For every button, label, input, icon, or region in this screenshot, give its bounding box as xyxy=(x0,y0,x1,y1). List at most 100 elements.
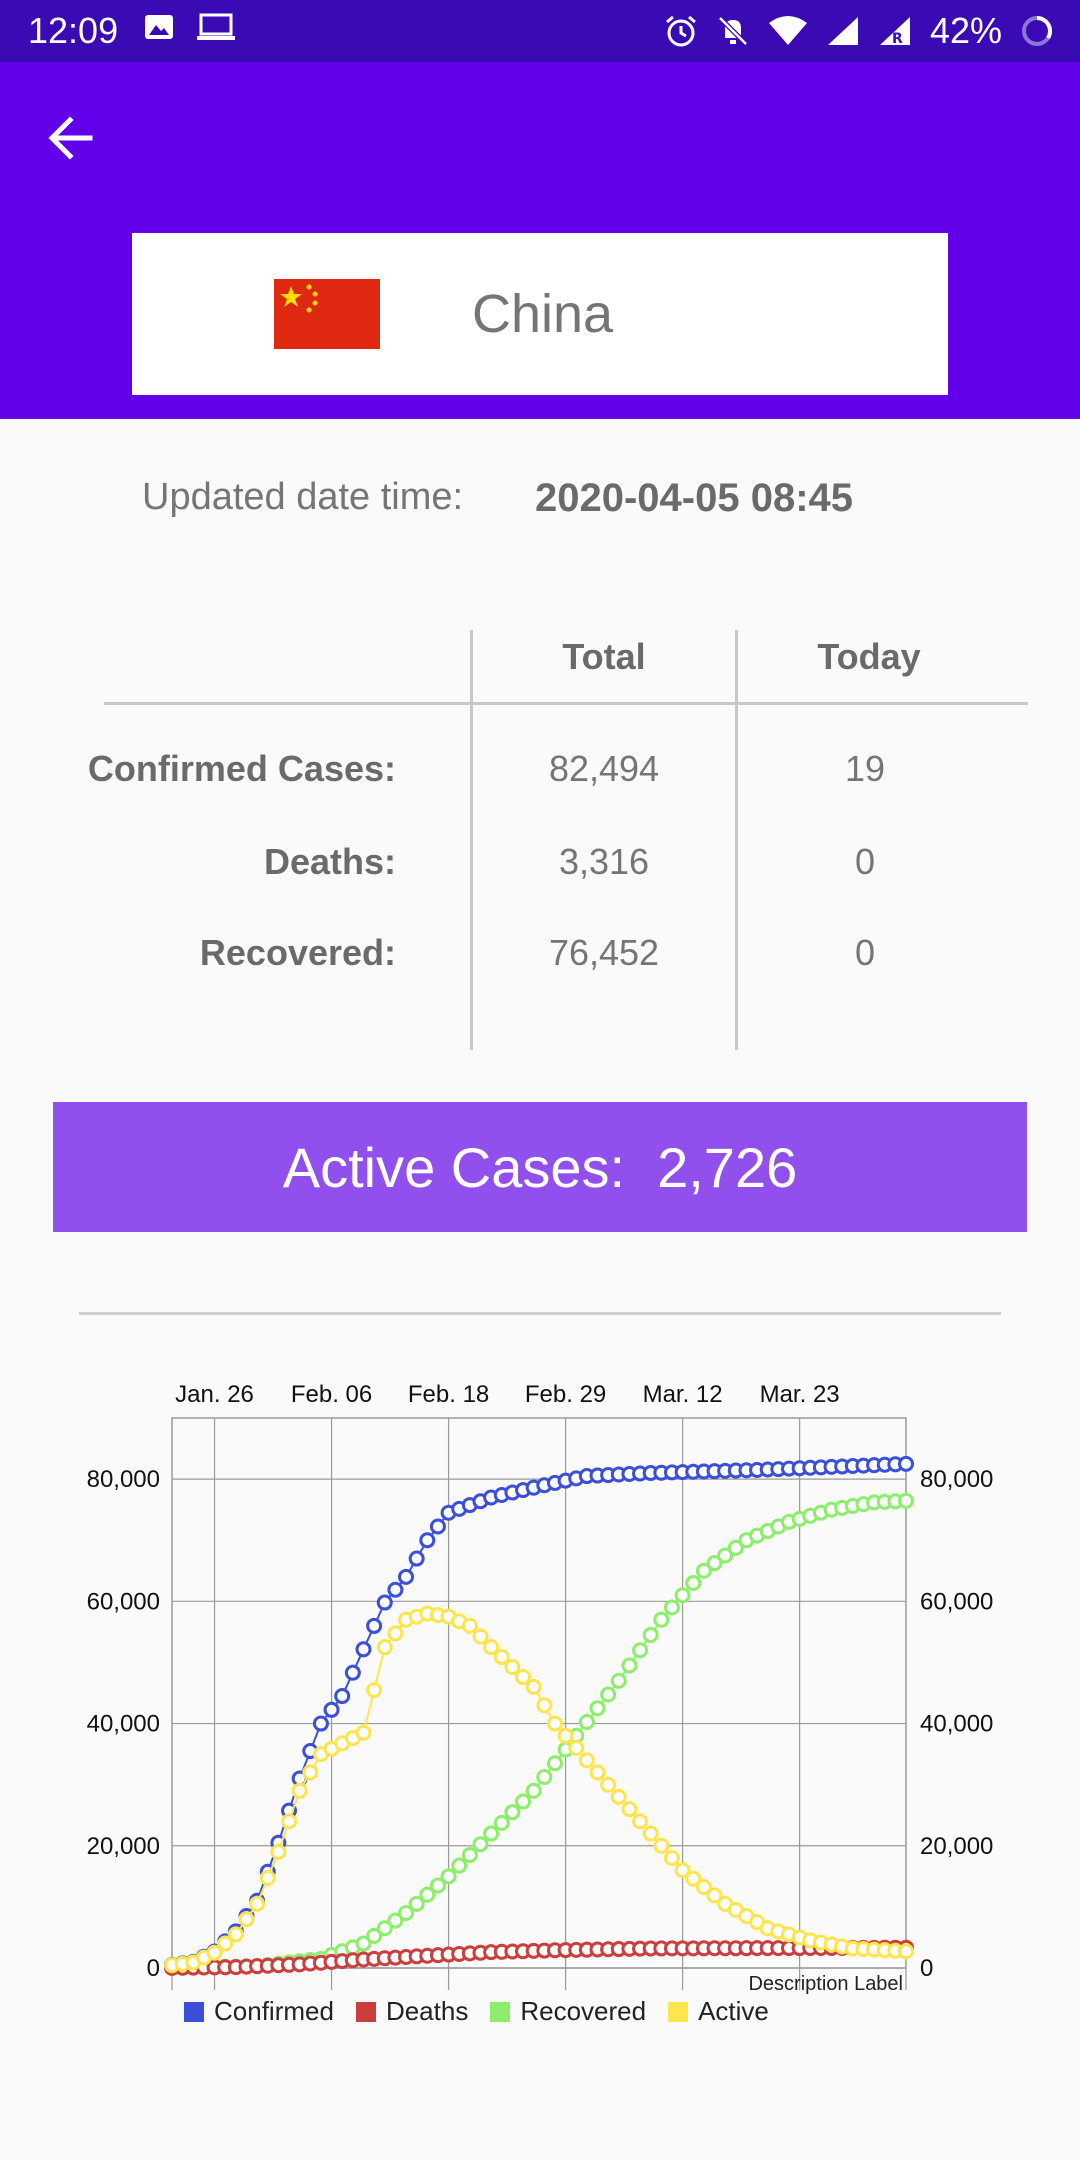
legend-label: Active xyxy=(698,1996,769,2026)
data-point xyxy=(621,1801,638,1818)
data-point xyxy=(398,1568,415,1585)
legend-item-deaths: Deaths xyxy=(355,1996,469,2027)
app-bar xyxy=(0,62,1080,212)
legend-label: Confirmed xyxy=(214,1996,334,2026)
x-tick-label: Feb. 18 xyxy=(408,1381,489,1408)
country-band: China xyxy=(0,212,1080,419)
data-point xyxy=(472,1836,489,1853)
table-divider xyxy=(470,630,473,1050)
plot-border xyxy=(171,1417,907,1969)
status-time: 12:09 xyxy=(28,10,119,51)
data-point xyxy=(504,1659,521,1676)
china-flag-icon xyxy=(274,279,380,349)
data-point xyxy=(227,1926,244,1943)
data-point xyxy=(281,1813,298,1830)
updated-label: Updated date time: xyxy=(142,476,464,518)
data-point xyxy=(546,1715,563,1732)
data-point xyxy=(898,1492,914,1509)
data-point xyxy=(387,1581,404,1598)
data-point xyxy=(355,1641,372,1658)
data-point xyxy=(632,1813,649,1830)
data-point xyxy=(419,1532,436,1549)
data-point xyxy=(291,1782,308,1799)
table-divider xyxy=(735,630,738,1050)
data-point xyxy=(653,1611,670,1628)
data-point xyxy=(600,1686,617,1703)
legend-label: Recovered xyxy=(520,1996,647,2026)
x-tick-label: Feb. 29 xyxy=(525,1381,606,1408)
row-label-recovered: Recovered: xyxy=(199,932,396,973)
data-point xyxy=(366,1681,383,1698)
data-point xyxy=(685,1575,702,1591)
data-point xyxy=(493,1649,510,1666)
row-label-confirmed: Confirmed Cases: xyxy=(87,748,396,789)
data-point xyxy=(674,1587,691,1604)
battery-ring-icon xyxy=(1022,15,1053,46)
data-point xyxy=(483,1639,500,1656)
data-point xyxy=(344,1664,361,1681)
legend-item-confirmed: Confirmed xyxy=(184,1996,334,2027)
signal-roaming-icon: R xyxy=(879,17,910,47)
data-point xyxy=(663,1850,680,1866)
y-tick-label-right: 20,000 xyxy=(920,1833,993,1860)
signal-icon xyxy=(827,17,858,45)
y-tick-label-right: 40,000 xyxy=(920,1711,993,1738)
series-recovered xyxy=(164,1492,914,1976)
chart-legend: Confirmed Deaths Recovered Active xyxy=(184,1996,769,2027)
data-point xyxy=(642,1626,659,1643)
back-button[interactable] xyxy=(40,106,104,170)
y-tick-label-left: 20,000 xyxy=(87,1833,160,1860)
deaths-total: 3,316 xyxy=(558,841,650,882)
battery-level: 42% xyxy=(929,10,1002,51)
arrow-back-icon xyxy=(48,116,93,160)
y-tick-label-right: 80,000 xyxy=(920,1466,993,1493)
active-cases-value: 2,726 xyxy=(657,1135,798,1199)
legend-label: Deaths xyxy=(385,1996,469,2026)
data-point xyxy=(259,1869,276,1886)
data-point xyxy=(653,1837,670,1854)
y-tick-label-left: 40,000 xyxy=(87,1711,160,1738)
data-point xyxy=(515,1793,532,1810)
row-label-deaths: Deaths: xyxy=(263,841,396,882)
legend-swatch xyxy=(668,2001,689,2022)
data-point xyxy=(898,1943,914,1960)
data-point xyxy=(461,1617,478,1634)
column-header-total: Total xyxy=(562,636,646,677)
data-point xyxy=(536,1769,553,1786)
data-point xyxy=(610,1672,627,1689)
cases-chart[interactable]: 0 0 20,000 20,000 40,000 40,000 60,000 60,000 80… xyxy=(0,1360,1080,2040)
legend-item-recovered: Recovered xyxy=(490,1996,646,2027)
series-deaths xyxy=(164,1939,914,1976)
data-point xyxy=(568,1740,585,1756)
laptop-icon xyxy=(197,13,235,40)
data-point xyxy=(238,1911,255,1928)
data-point xyxy=(440,1868,457,1885)
status-icons-left xyxy=(144,12,236,42)
legend-swatch xyxy=(490,2001,511,2022)
data-point xyxy=(429,1518,446,1535)
data-point xyxy=(504,1804,521,1821)
recovered-today: 0 xyxy=(854,932,876,973)
image-icon xyxy=(145,15,173,39)
data-point xyxy=(515,1668,532,1685)
data-point xyxy=(376,1639,393,1656)
data-point xyxy=(355,1724,372,1741)
data-point xyxy=(302,1764,319,1781)
y-tick-label-left: 0 xyxy=(147,1955,160,1982)
status-bar: 12:09 R 42% xyxy=(0,0,1080,62)
country-card: China xyxy=(132,233,948,395)
data-point xyxy=(589,1700,606,1717)
data-point xyxy=(483,1825,500,1842)
legend-swatch xyxy=(184,2001,204,2022)
data-point xyxy=(621,1657,638,1674)
data-point xyxy=(642,1825,659,1842)
data-point xyxy=(376,1594,393,1611)
data-point xyxy=(270,1843,287,1860)
active-cases-banner: Active Cases: 2,726 xyxy=(53,1102,1027,1232)
section-divider xyxy=(79,1312,1001,1315)
data-point xyxy=(461,1846,478,1863)
data-point xyxy=(334,1688,351,1705)
data-point xyxy=(663,1599,680,1616)
alarm-icon xyxy=(665,15,696,47)
data-point xyxy=(451,1857,468,1874)
